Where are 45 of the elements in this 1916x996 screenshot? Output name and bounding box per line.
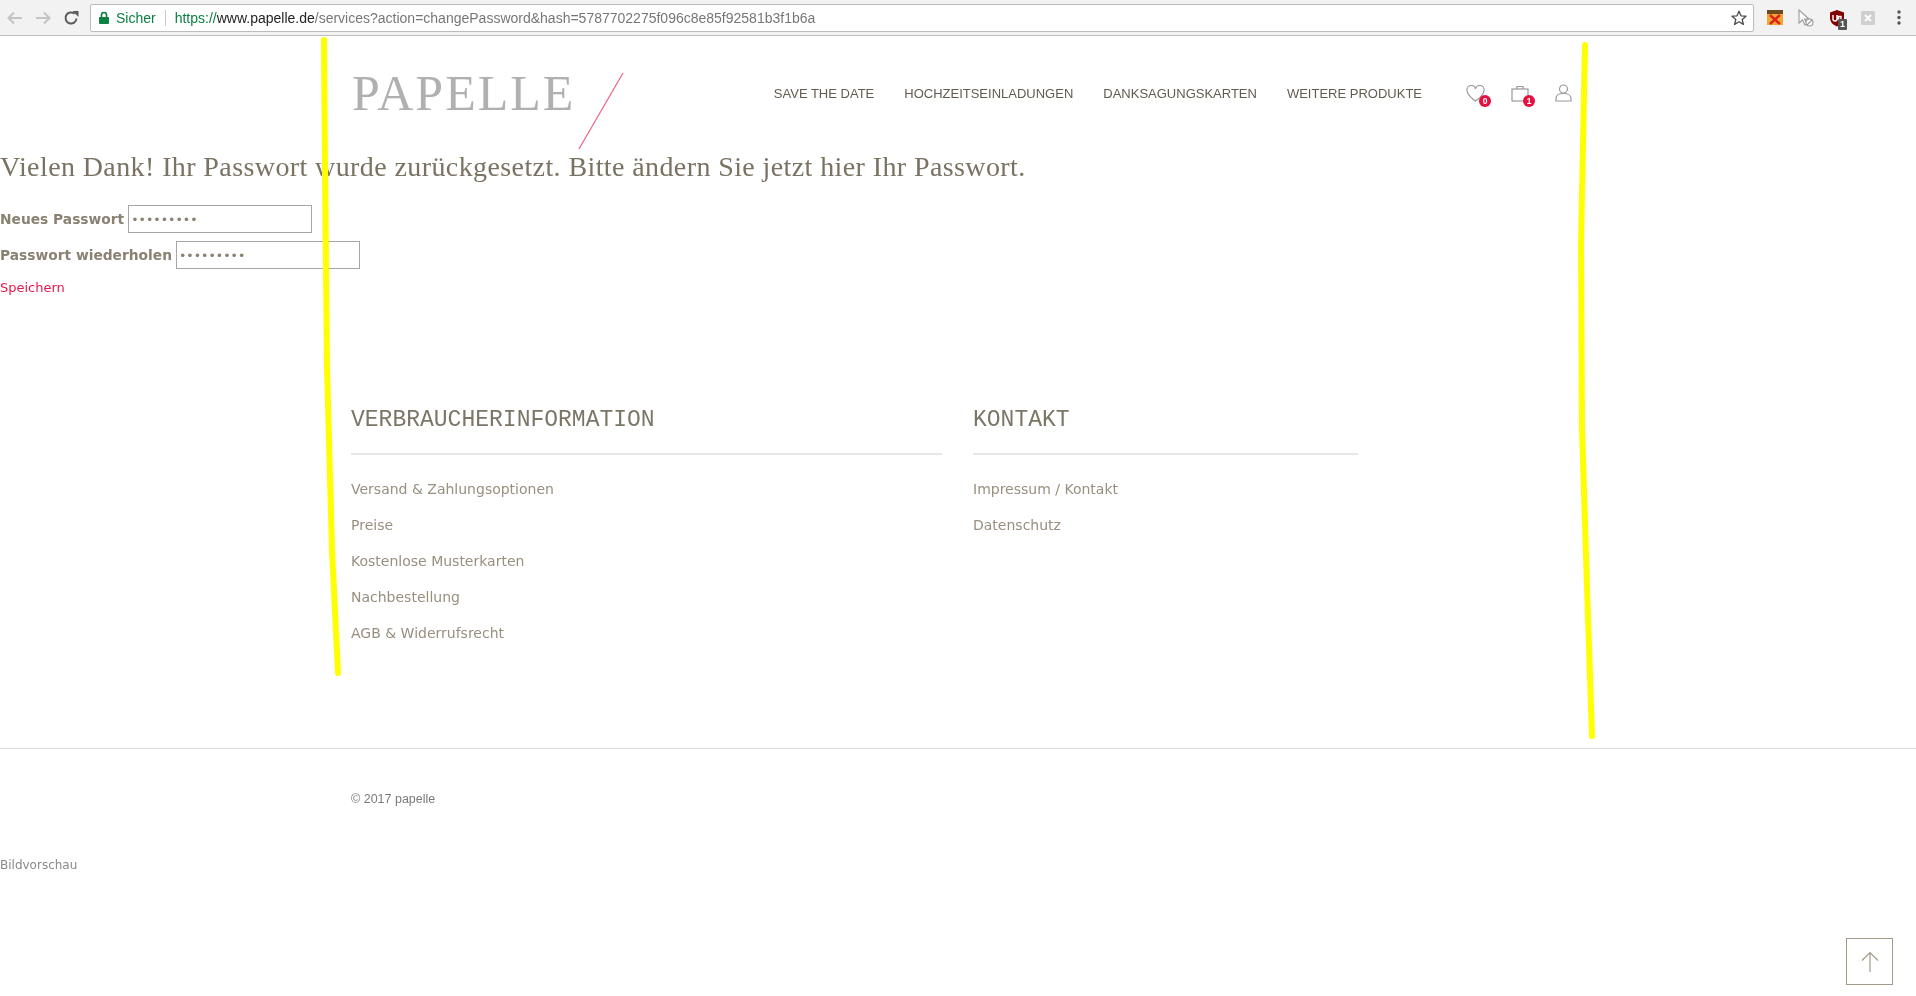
count-badge: 0 [1479, 94, 1491, 107]
footer-link[interactable]: Versand & Zahlungsoptionen [351, 480, 554, 498]
account-button[interactable] [1555, 84, 1572, 102]
url-text: https://www.papelle.de/services?action=changePassword&hash=5787702275f096c8e85f92581b3f1b6a [174, 9, 816, 26]
scroll-to-top-button[interactable] [1846, 938, 1893, 985]
lock-icon [99, 11, 109, 24]
count-badge: 1 [1838, 18, 1847, 30]
toolbox-icon [1765, 9, 1784, 26]
footer-link[interactable]: Impressum / Kontakt [973, 480, 1119, 498]
cursor-icon [1797, 8, 1814, 27]
nav-link[interactable]: DANKSAGUNGSKARTEN [1103, 85, 1257, 101]
password-field[interactable]: ••••••••• [176, 241, 360, 269]
shopping-bag-icon [1511, 84, 1529, 102]
footer-link[interactable]: Datenschutz [973, 516, 1061, 534]
footer-heading: KONTAKT [973, 405, 1358, 455]
security-label: Sicher [116, 9, 156, 26]
puzzle-icon [1859, 9, 1876, 26]
heart-icon [1466, 84, 1485, 102]
logo-wordmark[interactable]: PAPELLE [352, 68, 576, 118]
nav-link[interactable]: WEITERE PRODUKTE [1286, 85, 1422, 101]
reload-icon [63, 9, 79, 26]
copyright-text: © 2017 papelle [351, 792, 436, 806]
right-arrow-icon [35, 10, 51, 25]
kebab-menu-icon [1896, 10, 1901, 25]
bookmark-button[interactable] [1731, 9, 1747, 26]
diagonal-line-icon [578, 72, 625, 150]
footer-link[interactable]: Preise [351, 516, 394, 534]
footer-link[interactable]: Kostenlose Musterkarten [351, 552, 525, 570]
footer-link[interactable]: AGB & Widerrufsrecht [351, 624, 504, 642]
left-arrow-icon [7, 10, 23, 25]
footer-heading: VERBRAUCHERINFORMATION [351, 405, 942, 455]
nav-link[interactable]: HOCHZEITSEINLADUNGEN [904, 85, 1074, 101]
field-label: Passwort wiederholen [0, 247, 172, 263]
person-icon [1555, 84, 1572, 102]
count-badge: 1 [1523, 95, 1535, 107]
save-link[interactable]: Speichern [0, 279, 65, 297]
nav-link[interactable]: SAVE THE DATE [773, 85, 875, 101]
password-field[interactable]: ••••••••• [128, 205, 313, 233]
address-bar[interactable]: Sicher https://www.papelle.de/services?action=changePassword&hash=5787702275f096c8e85f92581b3f1b6a [90, 3, 1754, 32]
up-arrow-icon [1860, 950, 1879, 973]
footer-link[interactable]: Nachbestellung [351, 588, 460, 606]
extension-button[interactable]: 1 [1821, 3, 1852, 32]
star-icon [1731, 9, 1747, 26]
field-label: Neues Passwort [0, 211, 125, 227]
preview-label: Bildvorschau [0, 858, 78, 872]
